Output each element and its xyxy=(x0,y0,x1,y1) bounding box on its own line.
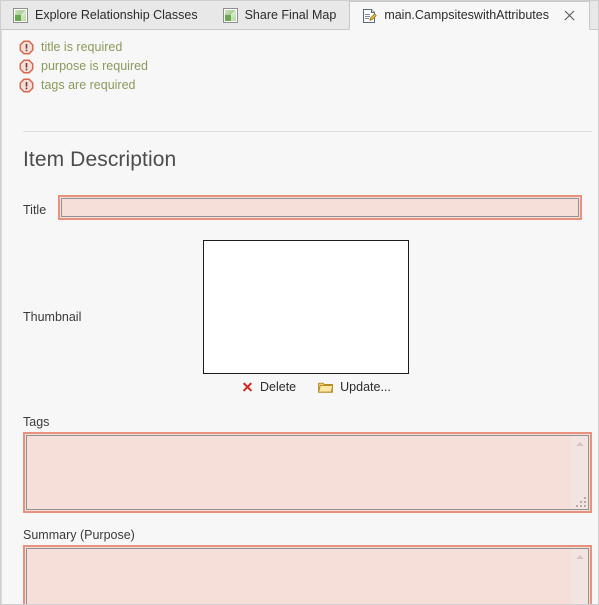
tab-label: main.CampsiteswithAttributes xyxy=(384,8,549,23)
update-thumbnail-button[interactable]: Update... xyxy=(318,380,391,394)
chevron-up-icon[interactable] xyxy=(576,555,584,559)
title-label: Title xyxy=(23,203,47,217)
error-icon xyxy=(19,59,34,74)
title-input[interactable] xyxy=(58,195,582,220)
error-icon xyxy=(19,40,34,55)
close-icon[interactable] xyxy=(563,9,576,22)
tab-bar: Explore Relationship Classes Share Final… xyxy=(1,1,598,30)
thumbnail-actions: Delete Update... xyxy=(242,380,391,394)
item-description-window: Explore Relationship Classes Share Final… xyxy=(0,0,599,605)
tags-label: Tags xyxy=(23,415,50,429)
validation-message-text: title is required xyxy=(41,40,123,55)
delete-thumbnail-label: Delete xyxy=(260,380,297,394)
summary-label: Summary (Purpose) xyxy=(23,528,135,542)
thumbnail-label: Thumbnail xyxy=(23,310,82,324)
tab-label: Share Final Map xyxy=(244,8,337,23)
validation-messages: title is required purpose is required ta… xyxy=(19,38,148,95)
validation-message: tags are required xyxy=(19,76,148,95)
tab-label: Explore Relationship Classes xyxy=(35,8,198,23)
thumbnail-preview[interactable] xyxy=(203,240,409,374)
folder-icon xyxy=(318,381,334,393)
section-divider xyxy=(23,131,592,132)
validation-message-text: tags are required xyxy=(41,78,136,93)
tags-textarea[interactable] xyxy=(23,432,592,513)
error-icon xyxy=(19,78,34,93)
summary-textarea[interactable] xyxy=(23,545,592,604)
item-description-panel: title is required purpose is required ta… xyxy=(1,30,598,604)
summary-scrollbar[interactable] xyxy=(571,549,588,604)
document-edit-icon xyxy=(362,8,378,24)
summary-textarea-inner xyxy=(26,548,589,604)
chevron-up-icon[interactable] xyxy=(576,442,584,446)
tab-share-final-map[interactable]: Share Final Map xyxy=(211,1,350,30)
resize-grip-icon[interactable] xyxy=(573,494,586,507)
tags-textarea-inner xyxy=(26,435,589,510)
map-icon xyxy=(222,8,238,23)
page-title: Item Description xyxy=(23,148,177,171)
x-icon xyxy=(242,382,253,393)
delete-thumbnail-button[interactable]: Delete xyxy=(242,380,296,394)
validation-message: purpose is required xyxy=(19,57,148,76)
validation-message: title is required xyxy=(19,38,148,57)
map-icon xyxy=(13,8,28,23)
tab-explore-relationship-classes[interactable]: Explore Relationship Classes xyxy=(1,1,211,30)
validation-message-text: purpose is required xyxy=(41,59,149,74)
update-thumbnail-label: Update... xyxy=(340,380,391,394)
tab-main-campsiteswithattributes[interactable]: main.CampsiteswithAttributes xyxy=(349,1,590,30)
title-input-inner xyxy=(61,198,579,217)
